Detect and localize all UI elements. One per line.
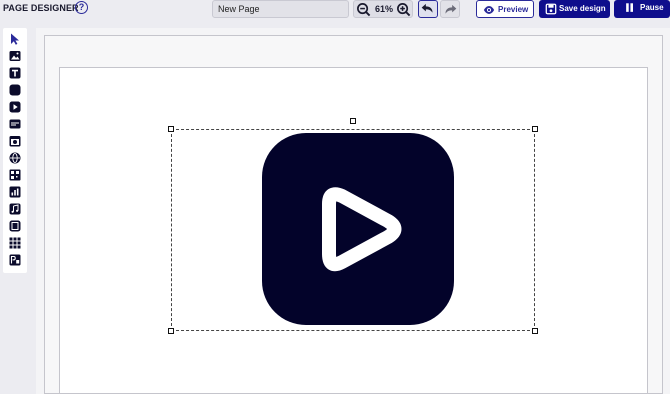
preview-label: Preview — [498, 5, 529, 14]
ticker-tool-icon[interactable] — [9, 118, 21, 130]
zoom-level: 61% — [375, 4, 394, 14]
pause-label: Pause — [640, 3, 664, 12]
undo-icon — [421, 3, 433, 13]
zoom-out-icon[interactable] — [356, 2, 371, 17]
save-design-label: Save design — [559, 4, 606, 13]
qr-code-tool-icon[interactable] — [9, 169, 21, 181]
selection-box — [171, 129, 535, 331]
resize-handle-top-right[interactable] — [532, 126, 538, 132]
preview-button[interactable]: Preview — [476, 0, 534, 18]
page-name-input[interactable]: New Page — [212, 0, 349, 18]
shape-tool-icon[interactable] — [9, 84, 21, 96]
film-tool-icon[interactable] — [9, 220, 21, 232]
pause-icon — [626, 3, 633, 12]
image-tool-icon[interactable] — [9, 50, 21, 62]
grid-tool-icon[interactable] — [9, 237, 21, 249]
select-tool-icon[interactable] — [9, 33, 21, 45]
save-design-button[interactable]: Save design — [539, 0, 610, 18]
resize-handle-bottom-right[interactable] — [532, 328, 538, 334]
eye-icon — [483, 6, 495, 14]
chart-tool-icon[interactable] — [9, 186, 21, 198]
audio-tool-icon[interactable] — [9, 203, 21, 215]
top-bar: PAGE DESIGNER ? New Page 61% Preview Sav… — [0, 0, 670, 22]
powerpoint-tool-icon[interactable] — [9, 254, 21, 266]
video-tool-icon[interactable] — [9, 101, 21, 113]
zoom-control: 61% — [353, 0, 413, 18]
redo-button[interactable] — [440, 0, 460, 18]
undo-button[interactable] — [418, 0, 438, 18]
save-icon — [545, 3, 557, 15]
rotate-handle[interactable] — [350, 118, 356, 124]
app-title: PAGE DESIGNER — [3, 3, 79, 13]
redo-icon — [445, 4, 457, 14]
resize-handle-bottom-left[interactable] — [168, 328, 174, 334]
resize-handle-top-left[interactable] — [168, 126, 174, 132]
text-tool-icon[interactable] — [9, 67, 21, 79]
toolbox — [3, 28, 27, 273]
help-icon[interactable]: ? — [75, 1, 88, 14]
pause-button[interactable]: Pause — [614, 0, 670, 18]
zoom-in-icon[interactable] — [396, 2, 411, 17]
calendar-tool-icon[interactable] — [9, 135, 21, 147]
web-tool-icon[interactable] — [9, 152, 21, 164]
